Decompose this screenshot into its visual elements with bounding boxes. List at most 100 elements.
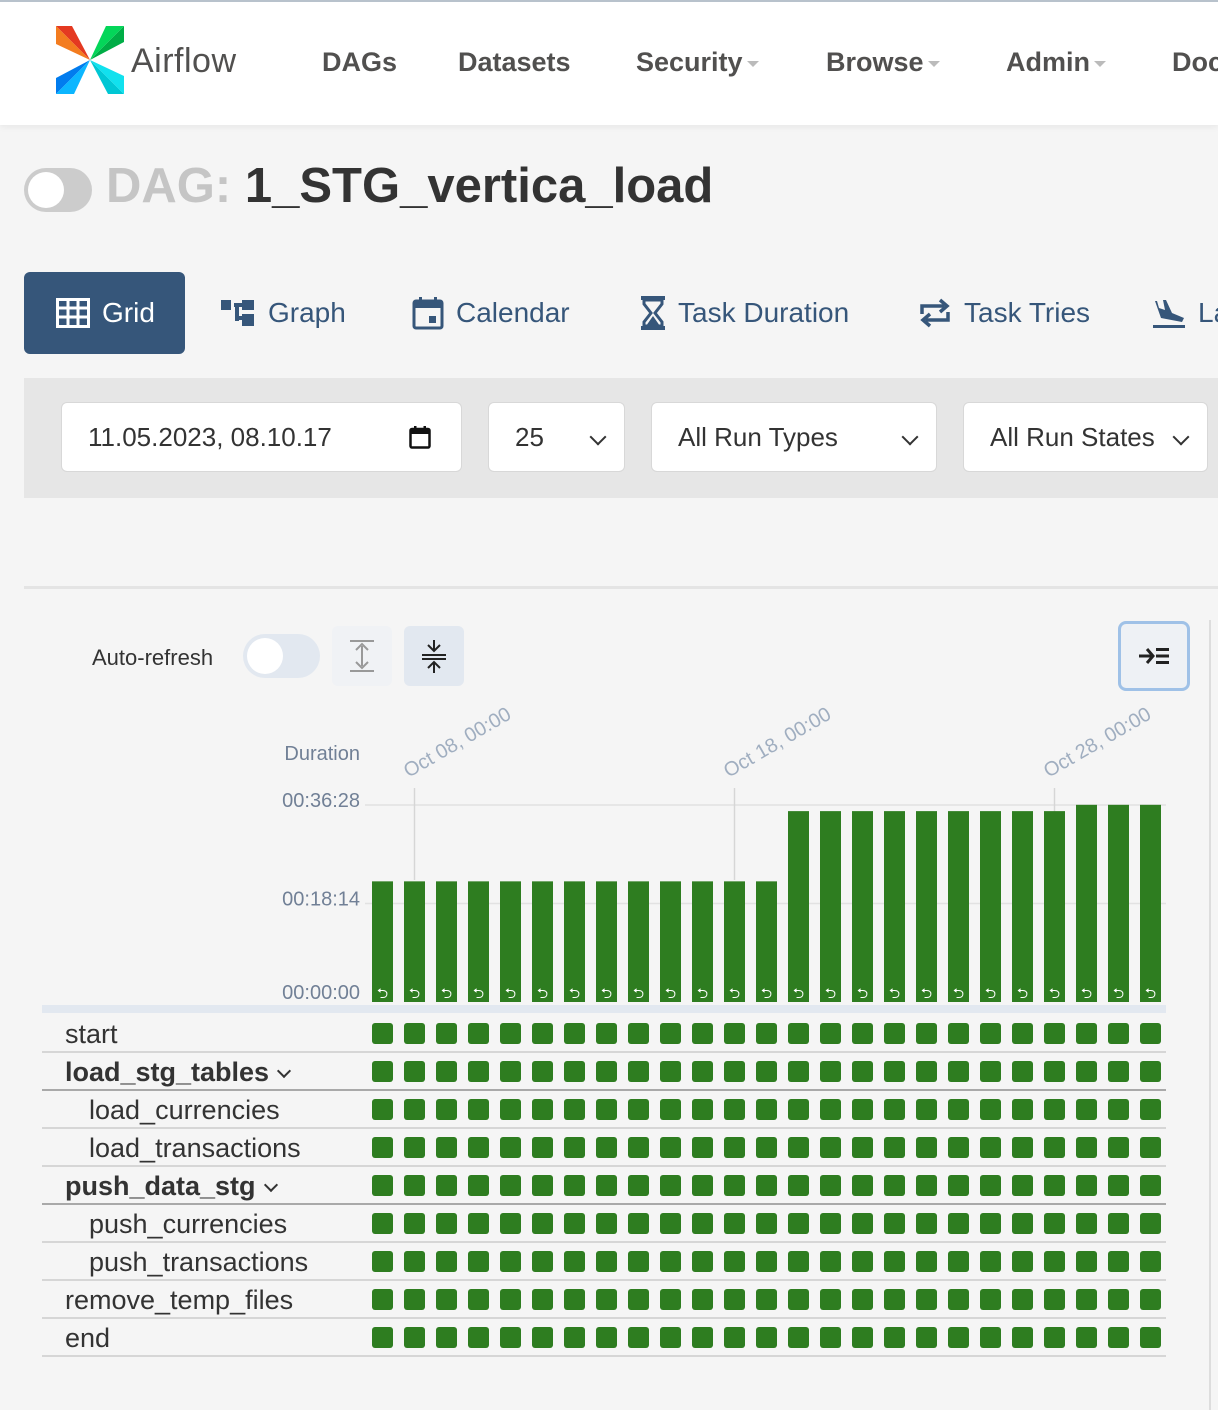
task-instance-status[interactable] xyxy=(1044,1251,1065,1272)
duration-bar[interactable] xyxy=(532,881,553,1002)
nav-browse[interactable]: Browse xyxy=(826,47,940,78)
task-instance-status[interactable] xyxy=(436,1327,457,1348)
task-instance-status[interactable] xyxy=(1076,1061,1097,1082)
task-instance-status[interactable] xyxy=(532,1289,553,1310)
duration-bar[interactable] xyxy=(372,881,393,1002)
task-label[interactable]: end xyxy=(65,1323,110,1354)
nav-docs[interactable]: Doc xyxy=(1172,47,1218,78)
duration-bar[interactable] xyxy=(980,811,1001,1002)
task-instance-status[interactable] xyxy=(948,1099,969,1120)
tab-calendar[interactable]: Calendar xyxy=(412,272,570,354)
task-instance-status[interactable] xyxy=(1076,1137,1097,1158)
toggle-details-panel-button[interactable] xyxy=(1118,621,1190,691)
task-instance-status[interactable] xyxy=(1076,1251,1097,1272)
task-instance-status[interactable] xyxy=(692,1137,713,1158)
task-instance-status[interactable] xyxy=(468,1175,489,1196)
task-instance-status[interactable] xyxy=(564,1327,585,1348)
task-instance-status[interactable] xyxy=(724,1213,745,1234)
run-type-select[interactable]: All Run Types xyxy=(651,402,937,472)
task-instance-status[interactable] xyxy=(1108,1289,1129,1310)
task-instance-status[interactable] xyxy=(980,1213,1001,1234)
nav-dags[interactable]: DAGs xyxy=(322,47,397,78)
task-instance-status[interactable] xyxy=(436,1061,457,1082)
task-instance-status[interactable] xyxy=(628,1251,649,1272)
task-instance-status[interactable] xyxy=(1108,1099,1129,1120)
task-instance-status[interactable] xyxy=(404,1327,425,1348)
duration-bar[interactable] xyxy=(692,881,713,1002)
task-instance-status[interactable] xyxy=(596,1327,617,1348)
task-instance-status[interactable] xyxy=(852,1099,873,1120)
task-instance-status[interactable] xyxy=(436,1175,457,1196)
task-instance-status[interactable] xyxy=(916,1251,937,1272)
duration-bar[interactable] xyxy=(500,881,521,1002)
task-instance-status[interactable] xyxy=(404,1289,425,1310)
task-row[interactable]: load_currencies xyxy=(42,1091,1166,1129)
task-instance-status[interactable] xyxy=(916,1137,937,1158)
task-instance-status[interactable] xyxy=(436,1023,457,1044)
task-row[interactable]: push_transactions xyxy=(42,1243,1166,1281)
task-instance-status[interactable] xyxy=(820,1289,841,1310)
task-instance-status[interactable] xyxy=(980,1175,1001,1196)
task-instance-status[interactable] xyxy=(660,1175,681,1196)
tab-grid[interactable]: Grid xyxy=(24,272,185,354)
task-instance-status[interactable] xyxy=(1044,1213,1065,1234)
duration-bar[interactable] xyxy=(564,881,585,1002)
task-instance-status[interactable] xyxy=(596,1061,617,1082)
task-label[interactable]: start xyxy=(65,1019,118,1050)
task-instance-status[interactable] xyxy=(532,1175,553,1196)
task-instance-status[interactable] xyxy=(852,1327,873,1348)
task-instance-status[interactable] xyxy=(724,1327,745,1348)
task-instance-status[interactable] xyxy=(436,1137,457,1158)
task-instance-status[interactable] xyxy=(852,1289,873,1310)
task-instance-status[interactable] xyxy=(564,1213,585,1234)
task-instance-status[interactable] xyxy=(948,1289,969,1310)
task-instance-status[interactable] xyxy=(852,1251,873,1272)
task-instance-status[interactable] xyxy=(372,1213,393,1234)
task-instance-status[interactable] xyxy=(500,1023,521,1044)
duration-bar[interactable] xyxy=(628,881,649,1002)
task-instance-status[interactable] xyxy=(1012,1137,1033,1158)
task-instance-status[interactable] xyxy=(884,1099,905,1120)
task-instance-status[interactable] xyxy=(1076,1099,1097,1120)
task-instance-status[interactable] xyxy=(1140,1061,1161,1082)
expand-all-button[interactable] xyxy=(332,626,392,686)
duration-bar[interactable] xyxy=(884,811,905,1002)
task-instance-status[interactable] xyxy=(980,1061,1001,1082)
task-instance-status[interactable] xyxy=(1044,1099,1065,1120)
task-instance-status[interactable] xyxy=(500,1099,521,1120)
dag-pause-toggle[interactable] xyxy=(24,168,92,212)
duration-bar[interactable] xyxy=(1012,811,1033,1002)
duration-bar[interactable] xyxy=(1076,804,1097,1002)
task-instance-status[interactable] xyxy=(1140,1327,1161,1348)
task-instance-status[interactable] xyxy=(500,1327,521,1348)
tab-graph[interactable]: Graph xyxy=(220,272,346,354)
task-instance-status[interactable] xyxy=(1076,1289,1097,1310)
task-instance-status[interactable] xyxy=(788,1137,809,1158)
task-label[interactable]: load_currencies xyxy=(89,1095,280,1126)
duration-bar[interactable] xyxy=(660,881,681,1002)
task-instance-status[interactable] xyxy=(820,1175,841,1196)
task-instance-status[interactable] xyxy=(628,1213,649,1234)
chevron-down-icon[interactable] xyxy=(277,1063,292,1079)
task-instance-status[interactable] xyxy=(1076,1023,1097,1044)
task-instance-status[interactable] xyxy=(532,1137,553,1158)
duration-bar[interactable] xyxy=(788,811,809,1002)
task-instance-status[interactable] xyxy=(500,1175,521,1196)
task-instance-status[interactable] xyxy=(756,1061,777,1082)
duration-bar[interactable] xyxy=(724,881,745,1002)
task-instance-status[interactable] xyxy=(724,1251,745,1272)
run-state-select[interactable]: All Run States xyxy=(963,402,1208,472)
task-row[interactable]: start xyxy=(42,1015,1166,1053)
task-instance-status[interactable] xyxy=(372,1289,393,1310)
task-instance-status[interactable] xyxy=(884,1023,905,1044)
task-instance-status[interactable] xyxy=(1012,1061,1033,1082)
task-instance-status[interactable] xyxy=(788,1099,809,1120)
duration-bar[interactable] xyxy=(852,811,873,1002)
task-instance-status[interactable] xyxy=(820,1327,841,1348)
task-instance-status[interactable] xyxy=(948,1251,969,1272)
nav-datasets[interactable]: Datasets xyxy=(458,47,571,78)
task-instance-status[interactable] xyxy=(788,1289,809,1310)
task-instance-status[interactable] xyxy=(1044,1137,1065,1158)
task-instance-status[interactable] xyxy=(564,1251,585,1272)
duration-bar[interactable] xyxy=(1108,804,1129,1002)
